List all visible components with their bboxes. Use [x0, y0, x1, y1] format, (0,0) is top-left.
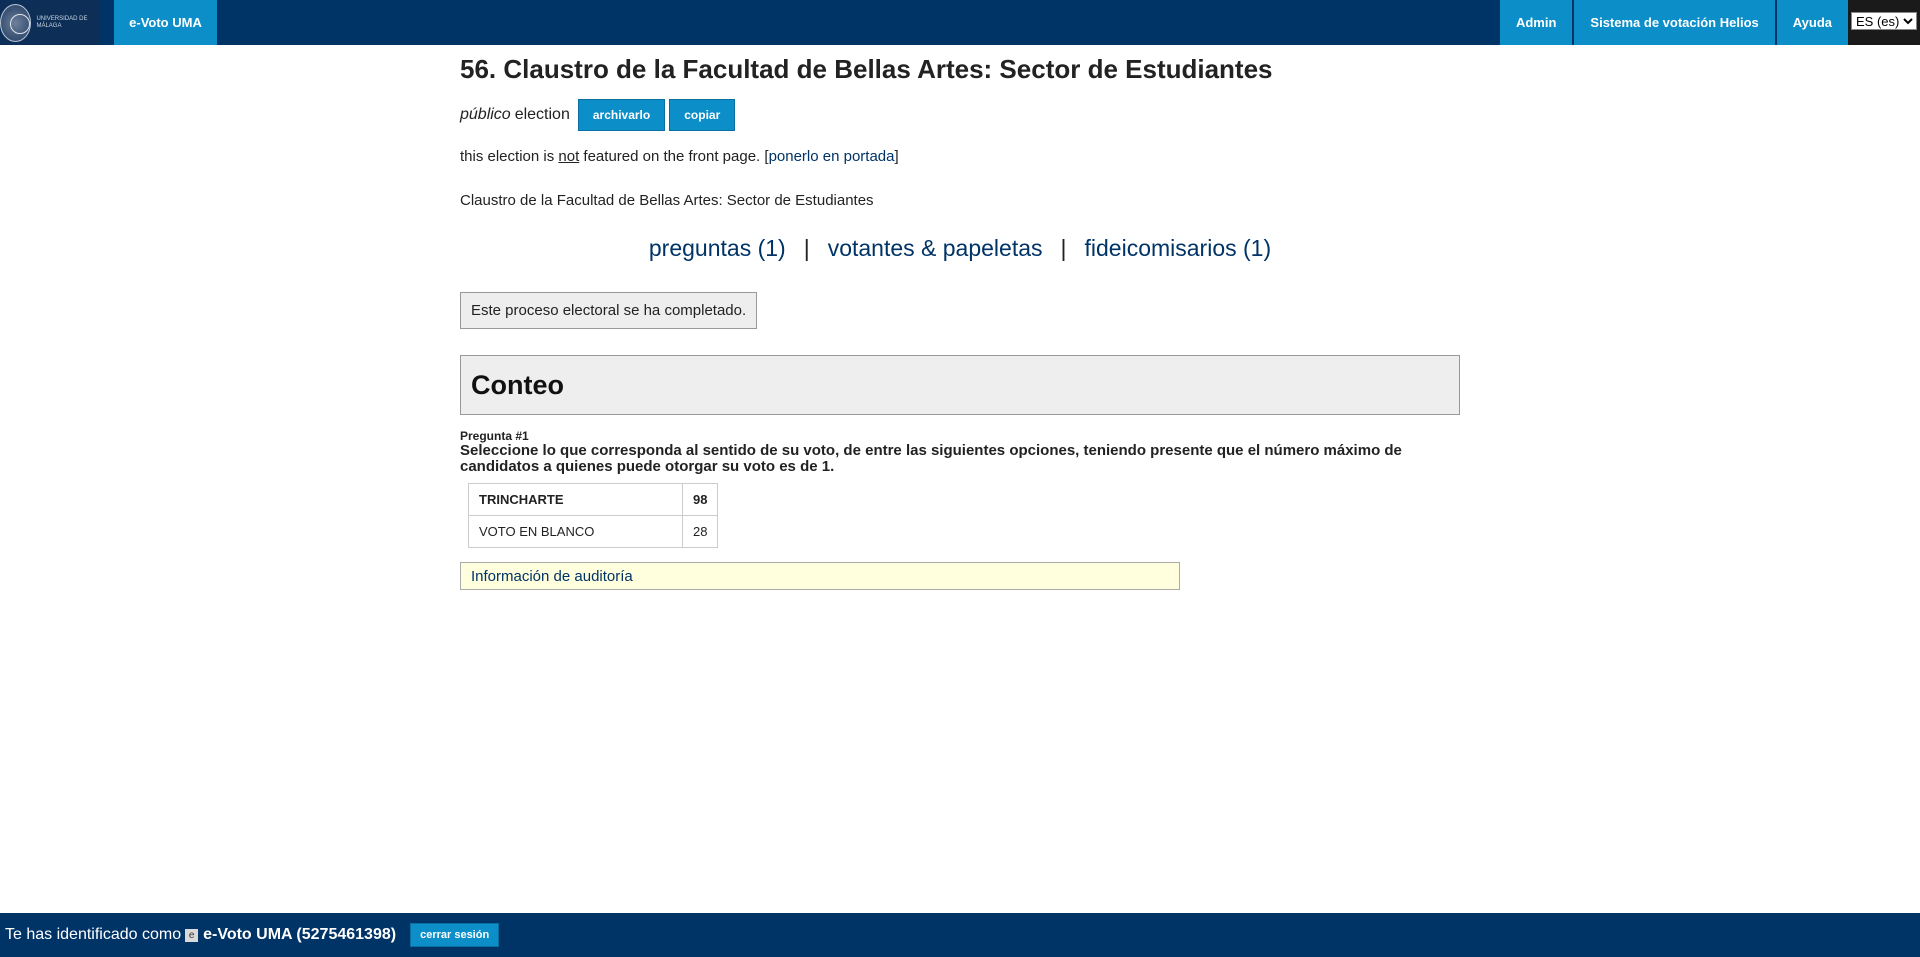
featured-pre: this election is: [460, 148, 555, 165]
nav-help[interactable]: Ayuda: [1776, 0, 1848, 45]
user-type-icon: e: [185, 928, 199, 942]
top-navigation-bar: Universidad de Málaga e-Voto UMA Admin S…: [0, 0, 1920, 45]
result-answer: VOTO EN BLANCO: [468, 515, 683, 548]
election-completed-notice: Este proceso electoral se ha completado.: [460, 292, 758, 329]
election-word: election: [514, 106, 570, 123]
result-count: 98: [681, 483, 719, 516]
visibility-label: público: [460, 106, 511, 123]
election-links: preguntas (1) | votantes & papeletas | fidei…: [460, 235, 1460, 262]
table-row: VOTO EN BLANCO 28: [468, 515, 719, 548]
election-status-row: público election archivarlo copiar: [460, 99, 1460, 131]
result-count: 28: [681, 515, 719, 548]
question-number: Pregunta #1: [460, 429, 529, 443]
featured-close: ]: [894, 148, 899, 165]
brand-link[interactable]: e-Voto UMA: [114, 0, 217, 45]
questions-link[interactable]: preguntas (1): [649, 235, 786, 261]
featured-post: featured on the front page. [: [583, 148, 769, 165]
main-content: 56. Claustro de la Facultad de Bellas Ar…: [460, 45, 1460, 590]
voters-ballots-link[interactable]: votantes & papeletas: [828, 235, 1043, 261]
logout-button[interactable]: cerrar sesión: [410, 923, 500, 947]
nav-helios[interactable]: Sistema de votación Helios: [1574, 0, 1775, 45]
link-separator: |: [1060, 235, 1067, 261]
user-name: e-Voto UMA (5275461398): [203, 926, 397, 943]
election-description: Claustro de la Facultad de Bellas Artes:…: [460, 192, 874, 209]
university-seal-icon: [0, 3, 32, 42]
feature-on-front-page-link[interactable]: ponerlo en portada: [769, 148, 895, 165]
trustees-link[interactable]: fideicomisarios (1): [1085, 235, 1272, 261]
footer-bar: Te has identificado como e e-Voto UMA (5…: [0, 913, 1920, 957]
election-title: 56. Claustro de la Facultad de Bellas Ar…: [460, 54, 1273, 84]
logo-text: Universidad de Málaga: [36, 15, 88, 29]
nav-menu: Admin Sistema de votación Helios Ayuda: [1499, 0, 1848, 45]
identified-as-label: Te has identificado como: [5, 926, 182, 943]
language-select[interactable]: ES (es): [1851, 12, 1917, 30]
link-separator: |: [803, 235, 810, 261]
nav-admin[interactable]: Admin: [1499, 0, 1573, 45]
question-text: Seleccione lo que corresponda al sentido…: [460, 442, 1402, 475]
results-table: TRINCHARTE 98 VOTO EN BLANCO 28: [468, 483, 719, 548]
tally-heading: Conteo: [460, 355, 1460, 415]
featured-status: this election is not featured on the fro…: [460, 147, 1460, 167]
university-logo[interactable]: Universidad de Málaga: [0, 0, 100, 45]
featured-not: not: [558, 148, 580, 165]
copy-button[interactable]: copiar: [669, 99, 736, 131]
audit-info-link[interactable]: Información de auditoría: [460, 562, 1180, 590]
language-selector-container: ES (es): [1848, 0, 1920, 45]
archive-button[interactable]: archivarlo: [577, 99, 666, 131]
result-answer: TRINCHARTE: [468, 483, 683, 516]
table-row: TRINCHARTE 98: [468, 483, 719, 516]
